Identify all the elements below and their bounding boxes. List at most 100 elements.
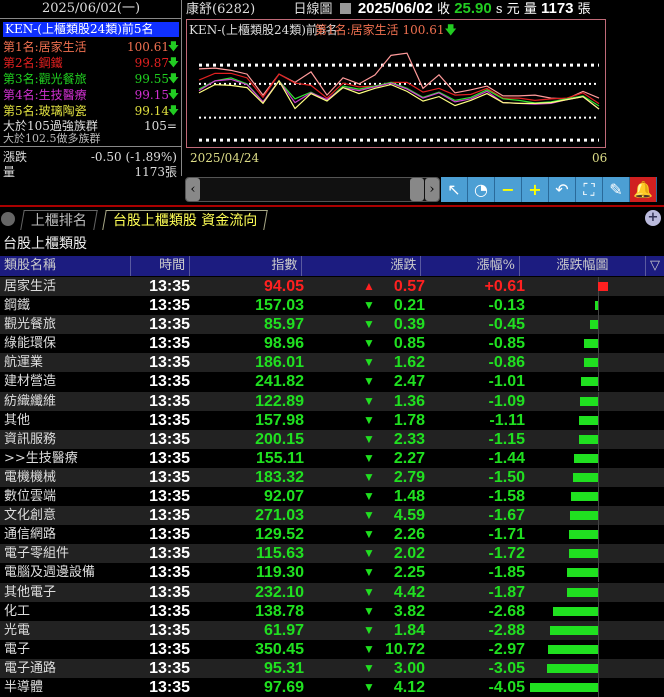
index-value: 157.03 (255, 297, 304, 315)
table-row[interactable]: 航運業 13:35 186.01 ▼ 1.62 -0.86 (0, 353, 664, 373)
change-percent: +0.61 (484, 278, 525, 295)
time: 13:35 (149, 602, 190, 620)
table-row[interactable]: 其他電子 13:35 232.10 ▼ 4.42 -1.87 (0, 582, 664, 602)
rank-item[interactable]: 第1名:居家生活 100.61 🡇 (3, 39, 179, 55)
rank-item[interactable]: 第2名:鋼鐵 99.87 🡇 (3, 55, 179, 71)
zoom-in-button[interactable]: + (522, 177, 549, 202)
down-arrow-icon: ▼ (363, 336, 375, 351)
table-row[interactable]: 紡織纖維 13:35 122.89 ▼ 1.36 -1.09 (0, 391, 664, 411)
down-arrow-icon: ▼ (363, 355, 375, 370)
change-bar (571, 492, 598, 502)
table-row[interactable]: 電子 13:35 350.45 ▼ 10.72 -2.97 (0, 639, 664, 659)
table-row[interactable]: 建材營造 13:35 241.82 ▼ 2.47 -1.01 (0, 372, 664, 392)
sector-name: 電機機械 (4, 469, 57, 485)
change-value: 3.82 (393, 602, 425, 620)
column-header[interactable]: 漲跌 (302, 256, 422, 276)
change-percent: -1.71 (488, 526, 525, 544)
table-row[interactable]: 半導體 13:35 97.69 ▼ 4.12 -4.05 (0, 677, 664, 697)
rank-item[interactable]: 第4名:生技醫療 99.15 🡇 (3, 87, 179, 103)
table-row[interactable]: 數位雲端 13:35 92.07 ▼ 1.48 -1.58 (0, 487, 664, 507)
column-header[interactable]: 時間 (131, 256, 191, 276)
index-value: 157.98 (255, 411, 304, 429)
zoom-in-icon[interactable]: + (645, 210, 661, 226)
change-bar-cell (528, 315, 664, 335)
change-bar (579, 396, 598, 406)
up-arrow-icon: ▲ (363, 279, 375, 293)
volume-value: 1173 (540, 0, 574, 17)
table-row[interactable]: 觀光餐旅 13:35 85.97 ▼ 0.39 -0.45 (0, 315, 664, 335)
table-row[interactable]: 綠能環保 13:35 98.96 ▼ 0.85 -0.85 (0, 334, 664, 354)
change-value: 2.47 (393, 373, 425, 391)
fit-button[interactable]: ⛶ (576, 177, 603, 202)
change-bar-cell (528, 277, 664, 296)
table-row[interactable]: 文化創意 13:35 271.03 ▼ 4.59 -1.67 (0, 506, 664, 526)
down-arrow-icon: 🡇 (167, 56, 179, 69)
rank-item[interactable]: 第3名:觀光餐旅 99.55 🡇 (3, 71, 179, 87)
table-row[interactable]: 居家生活 13:35 94.05 ▲ 0.57 +0.61 (0, 277, 664, 297)
table-row[interactable]: 其他 13:35 157.98 ▼ 1.78 -1.11 (0, 410, 664, 430)
table-row[interactable]: 電子零組件 13:35 115.63 ▼ 2.02 -1.72 (0, 544, 664, 564)
column-header[interactable]: 指數 (190, 256, 303, 276)
table-row[interactable]: 電腦及週邊設備 13:35 119.30 ▼ 2.25 -1.85 (0, 563, 664, 583)
change-bar-cell (528, 391, 664, 411)
index-value: 186.01 (255, 354, 304, 372)
panel-date: 2025/06/02(一) (0, 0, 182, 19)
down-arrow-icon: ▼ (363, 527, 375, 542)
zoom-out-button[interactable]: − (495, 177, 522, 202)
column-header[interactable]: 漲跌幅圖 (520, 256, 646, 276)
table-row[interactable]: 電機機械 13:35 183.32 ▼ 2.79 -1.50 (0, 467, 664, 488)
down-arrow-icon: ▼ (363, 565, 375, 580)
table-row[interactable]: 鋼鐵 13:35 157.03 ▼ 0.21 -0.13 (0, 296, 664, 316)
end-date: 06 (592, 151, 608, 165)
change-bar-cell (528, 639, 664, 659)
undo-button[interactable]: ↶ (549, 177, 576, 202)
column-header[interactable]: 漲幅% (421, 256, 520, 276)
dropdown-icon[interactable] (339, 3, 351, 14)
table-row[interactable]: 化工 13:35 138.78 ▼ 3.82 -2.68 (0, 601, 664, 621)
change-value: 4.59 (393, 507, 425, 525)
scroll-right-button[interactable]: › (425, 178, 439, 201)
down-arrow-icon: ▼ (363, 317, 375, 332)
index-value: 241.82 (255, 373, 304, 391)
change-percent: -1.85 (488, 564, 525, 582)
table-row[interactable]: 光電 13:35 61.97 ▼ 1.84 -2.88 (0, 620, 664, 640)
change-bar (572, 472, 598, 482)
menu-toggle-icon[interactable] (1, 212, 15, 226)
table-row[interactable]: 通信網路 13:35 129.52 ▼ 2.26 -1.71 (0, 525, 664, 545)
table-row[interactable]: >>生技醫療 13:35 155.11 ▼ 2.27 -1.44 (0, 448, 664, 468)
table-row[interactable]: 電子通路 13:35 95.31 ▼ 3.00 -3.05 (0, 658, 664, 678)
change-percent: -0.85 (488, 335, 525, 353)
scroll-left-button[interactable]: ‹ (186, 178, 200, 201)
column-header[interactable]: 類股名稱 (0, 256, 131, 276)
chart-type[interactable]: 日線圖 (294, 2, 333, 17)
change-bar-cell (528, 601, 664, 621)
rank-label: 第4名:生技醫療 (3, 88, 87, 102)
rank-item[interactable]: 第5名:玻璃陶瓷 99.14 🡇 (3, 103, 179, 119)
tab-otc-sector-flow[interactable]: 台股上櫃類股 資金流向 (102, 210, 269, 230)
change-bar (595, 301, 598, 311)
clock-button[interactable]: ◔ (468, 177, 495, 202)
change-value: 2.25 (393, 564, 425, 582)
chart-scrollbar[interactable]: ‹ › (185, 177, 440, 202)
sort-icon[interactable]: ▽ (646, 256, 664, 276)
draw-button[interactable]: ✎ (603, 177, 630, 202)
time: 13:35 (149, 678, 190, 696)
change-bar (573, 453, 598, 463)
change-bar (548, 644, 598, 654)
line-chart[interactable]: KEN-(上櫃類股24類)前5名 第1名:居家生活 100.61🡇 (186, 19, 606, 148)
scroll-thumb[interactable] (410, 178, 424, 201)
tab-otc-ranking[interactable]: 上櫃排名 (20, 210, 98, 230)
change-bar-cell (528, 410, 664, 430)
change-bar (581, 377, 598, 387)
volume-row: 量 1173張 (3, 164, 179, 180)
change-value: 2.27 (393, 449, 425, 467)
table-row[interactable]: 資訊服務 13:35 200.15 ▼ 2.33 -1.15 (0, 429, 664, 449)
time: 13:35 (149, 564, 190, 582)
cursor-button[interactable]: ↖ (441, 177, 468, 202)
change-percent: -2.97 (488, 640, 525, 658)
alert-button[interactable]: 🔔 (630, 177, 657, 202)
change-value: 3.00 (393, 659, 425, 677)
change-bar (566, 587, 598, 597)
down-arrow-icon: ▼ (363, 508, 375, 523)
index-value: 138.78 (255, 602, 304, 620)
